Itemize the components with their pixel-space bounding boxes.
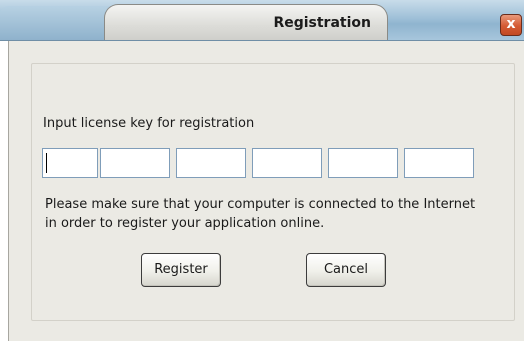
title-bar-left-segment xyxy=(0,6,112,40)
connection-notice: Please make sure that your computer is c… xyxy=(45,197,476,231)
registration-window: Registration x Input license key for reg… xyxy=(0,0,524,341)
license-key-field-5[interactable] xyxy=(328,148,398,178)
license-key-field-6[interactable] xyxy=(404,148,474,178)
title-bar[interactable]: Registration x xyxy=(0,0,524,41)
license-key-field-4[interactable] xyxy=(252,148,322,178)
license-key-field-2[interactable] xyxy=(100,148,170,178)
license-key-field-3[interactable] xyxy=(176,148,246,178)
window-title: Registration xyxy=(273,15,371,31)
text-caret xyxy=(46,153,47,173)
registration-group: Input license key for registration Pleas… xyxy=(31,63,515,321)
dialog-body: Input license key for registration Pleas… xyxy=(8,41,524,341)
cancel-button[interactable]: Cancel xyxy=(306,253,386,287)
close-icon: x xyxy=(506,16,516,32)
license-key-field-1[interactable] xyxy=(42,148,98,178)
close-button[interactable]: x xyxy=(500,14,522,36)
title-bar-center: Registration xyxy=(104,4,388,40)
register-button[interactable]: Register xyxy=(141,253,221,287)
license-key-prompt: Input license key for registration xyxy=(43,116,255,131)
